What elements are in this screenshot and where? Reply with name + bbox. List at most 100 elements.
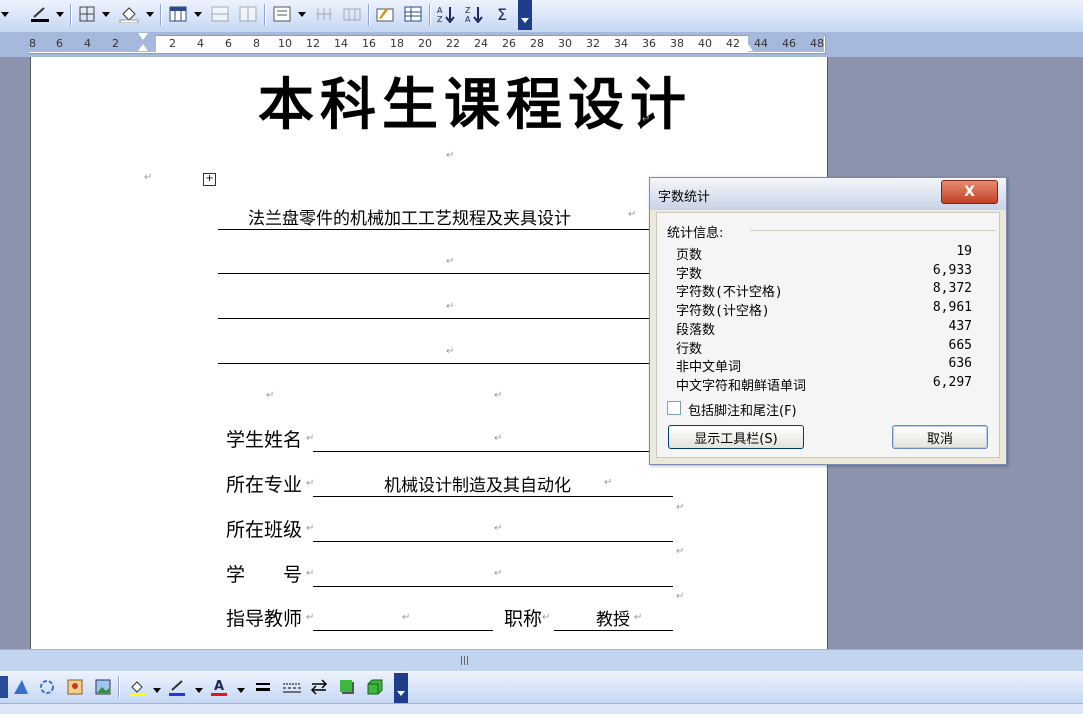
status-bar	[0, 703, 1083, 714]
class-label: 所在班级	[226, 519, 303, 541]
sort-descending-icon[interactable]: ZA	[462, 3, 486, 25]
ruler-number: 2	[112, 37, 119, 50]
insert-table-icon[interactable]	[166, 3, 190, 25]
drawing-toolbar-options-icon[interactable]	[394, 673, 408, 703]
toolbar-dropdown-arrow[interactable]	[0, 3, 10, 25]
paragraph-mark: ↵	[494, 390, 503, 401]
svg-text:Z: Z	[465, 6, 471, 15]
ruler-number: 44	[754, 37, 768, 50]
stat-value: 665	[948, 337, 972, 353]
toolbar-handle-icon	[0, 676, 8, 698]
stat-value: 8,372	[932, 281, 972, 297]
align-icon[interactable]	[270, 3, 294, 25]
ruler-number: 30	[558, 37, 572, 50]
stat-label: 行数	[676, 341, 703, 357]
paragraph-mark: ↵	[306, 568, 315, 579]
dialog-title: 字数统计	[658, 190, 711, 205]
underline	[218, 229, 650, 230]
title-field-line[interactable]	[554, 630, 673, 631]
sort-ascending-icon[interactable]: AZ	[434, 3, 458, 25]
show-toolbar-button[interactable]: 显示工具栏(S)	[668, 425, 804, 449]
toolbar-options-icon[interactable]	[518, 0, 532, 30]
title-value: 教授	[596, 610, 630, 630]
svg-text:A: A	[214, 679, 224, 694]
stat-label: 字符数(计空格)	[676, 304, 770, 320]
shadow-style-icon[interactable]	[336, 676, 358, 698]
ruler-number: 24	[474, 37, 488, 50]
stat-label: 页数	[676, 248, 703, 263]
table-icon[interactable]	[401, 3, 425, 25]
student-id-field-line[interactable]	[313, 586, 673, 587]
paragraph-mark: ↵	[494, 523, 503, 534]
paragraph-mark: ↵	[628, 209, 637, 220]
line-color-icon[interactable]	[27, 3, 53, 25]
paragraph-mark: ↵	[446, 150, 455, 161]
student-name-label: 学生姓名	[226, 429, 303, 451]
advisor-field-line[interactable]	[313, 630, 493, 631]
project-title: 法兰盘零件的机械加工工艺规程及夹具设计	[248, 209, 571, 229]
table-move-handle-icon[interactable]: +	[203, 173, 216, 186]
dash-style-icon[interactable]	[280, 676, 304, 698]
font-color-icon[interactable]: A	[208, 676, 230, 698]
stat-value: 437	[948, 318, 972, 334]
paragraph-mark: ↵	[642, 114, 651, 125]
ruler-number: 38	[670, 37, 684, 50]
paragraph-mark: ↵	[446, 256, 455, 267]
stat-value: 6,297	[932, 374, 972, 390]
paragraph-mark: ↵	[604, 477, 613, 488]
arrow-style-icon[interactable]	[308, 676, 330, 698]
line-style-icon[interactable]	[252, 676, 274, 698]
wordart-icon[interactable]	[10, 676, 32, 698]
major-value: 机械设计制造及其自动化	[384, 476, 571, 496]
picture-icon[interactable]	[92, 676, 114, 698]
cancel-button[interactable]: 取消	[892, 425, 988, 449]
ruler-number: 12	[306, 37, 320, 50]
major-field-line[interactable]	[313, 496, 673, 497]
footnotes-checkbox[interactable]	[667, 401, 681, 415]
word-count-dialog: 字数统计 X 统计信息: 包括脚注和尾注(F) 显示工具栏(S) 取消 页数 19…	[649, 177, 1007, 465]
shading-color-icon[interactable]	[116, 3, 142, 25]
ruler-number: 4	[84, 37, 91, 50]
diagram-icon[interactable]	[36, 676, 58, 698]
footnotes-checkbox-label[interactable]: 包括脚注和尾注(F)	[688, 400, 797, 419]
paragraph-mark: ↵	[306, 433, 315, 444]
paragraph-mark: ↵	[494, 433, 503, 444]
paragraph-mark: ↵	[494, 568, 503, 579]
table-autoformat-icon[interactable]	[373, 3, 397, 25]
3d-style-icon[interactable]	[364, 676, 386, 698]
ruler-number: 22	[446, 37, 460, 50]
stat-label: 字符数(不计空格)	[676, 285, 783, 301]
student-name-field-line[interactable]	[313, 451, 650, 452]
paragraph-mark: ↵	[266, 390, 275, 401]
hanging-indent-marker[interactable]	[138, 44, 148, 51]
stat-label: 段落数	[676, 322, 716, 338]
split-bar[interactable]: |||	[0, 649, 1083, 672]
ruler-number: 8	[29, 37, 36, 50]
stat-label: 非中文单词	[676, 360, 742, 376]
ruler-number: 48	[810, 37, 824, 50]
svg-text:A: A	[465, 15, 471, 23]
svg-text:Z: Z	[437, 15, 443, 23]
underline	[218, 318, 650, 319]
svg-text:A: A	[437, 6, 443, 15]
right-indent-marker[interactable]	[743, 44, 753, 51]
stat-value: 6,933	[932, 262, 972, 278]
underline	[218, 363, 650, 364]
line-color-icon[interactable]	[166, 676, 188, 698]
borders-icon[interactable]	[76, 3, 98, 25]
ruler-number: 36	[642, 37, 656, 50]
paragraph-mark: ↵	[676, 502, 685, 513]
clip-art-icon[interactable]	[64, 676, 86, 698]
close-button[interactable]: X	[941, 180, 998, 204]
underline	[218, 273, 650, 274]
ruler-number: 34	[614, 37, 628, 50]
stat-label: 中文字符和朝鲜语单词	[676, 378, 807, 394]
fill-color-icon[interactable]	[126, 676, 148, 698]
first-line-indent-marker[interactable]	[138, 33, 148, 40]
stat-value: 19	[956, 244, 972, 259]
cancel-label: 取消	[926, 431, 953, 447]
autosum-icon[interactable]: Σ	[490, 3, 514, 25]
ruler-number: 32	[586, 37, 600, 50]
title-label: 职称	[504, 608, 543, 630]
class-field-line[interactable]	[313, 541, 673, 542]
